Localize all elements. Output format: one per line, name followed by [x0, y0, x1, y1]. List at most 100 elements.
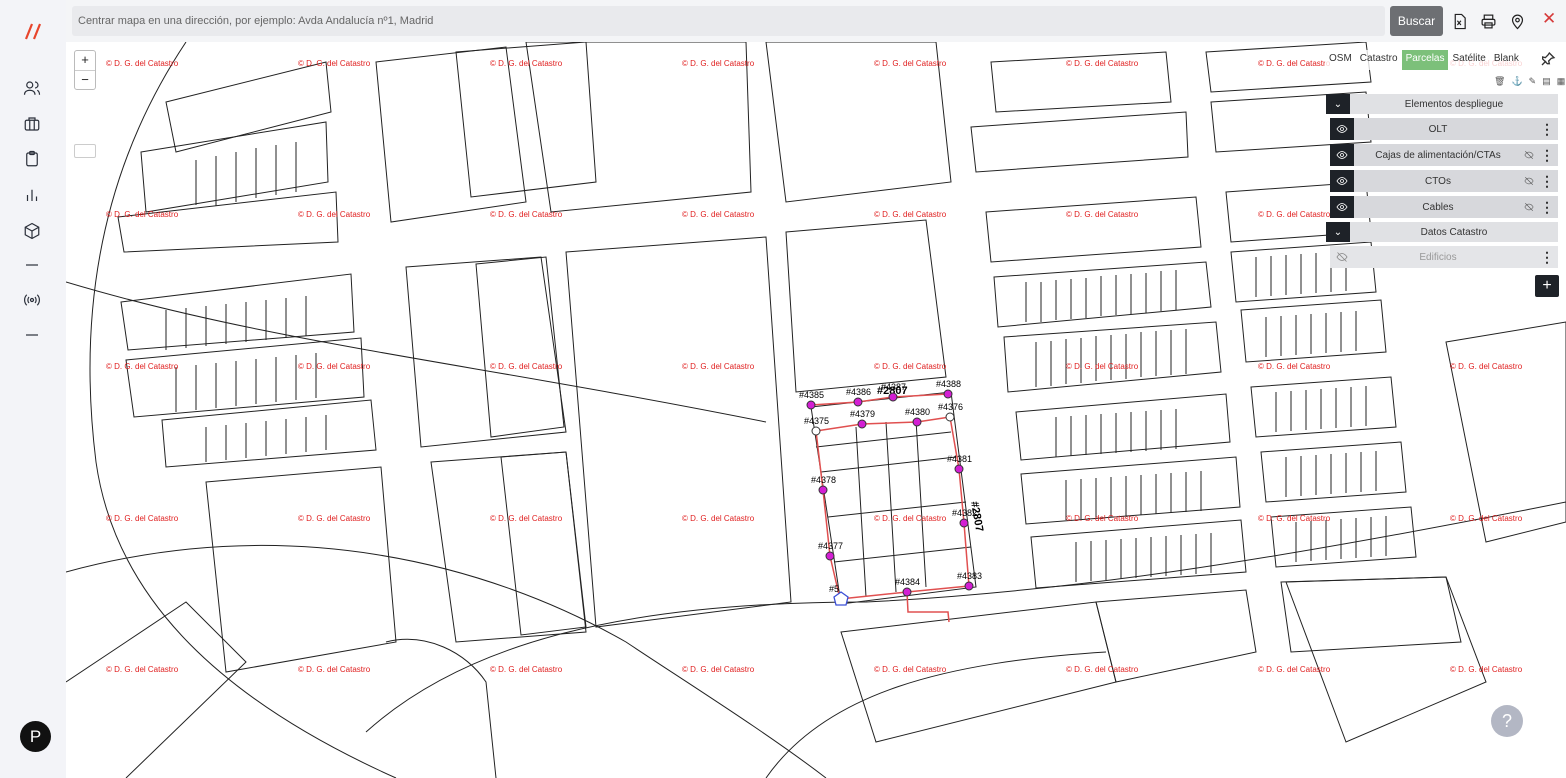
svg-text:© D. G. del Catastro: © D. G. del Catastro	[298, 514, 371, 523]
svg-text:© D. G. del Catastro: © D. G. del Catastro	[298, 210, 371, 219]
svg-text:© D. G. del Catastro: © D. G. del Catastro	[106, 514, 179, 523]
divider-icon[interactable]	[21, 254, 43, 276]
watermark-layer: © D. G. del Catastro © D. G. del Catastro…	[106, 59, 1523, 674]
more-icon[interactable]: ⋮	[1536, 199, 1558, 216]
svg-text:© D. G. del Catastro: © D. G. del Catastro	[1066, 362, 1139, 371]
svg-text:© D. G. del Catastro: © D. G. del Catastro	[1450, 665, 1523, 674]
help-button[interactable]: ?	[1491, 705, 1523, 737]
svg-text:© D. G. del Catastro: © D. G. del Catastro	[682, 362, 755, 371]
group-datos-catastro[interactable]: ⌄ Datos Catastro	[1326, 222, 1558, 242]
zoom-out-button[interactable]: −	[75, 70, 95, 89]
layer-cables[interactable]: Cables ⋮	[1330, 196, 1558, 218]
more-icon[interactable]: ⋮	[1536, 173, 1558, 190]
divider-icon[interactable]	[21, 324, 43, 346]
svg-text:© D. G. del Catastro: © D. G. del Catastro	[106, 665, 179, 674]
app-logo[interactable]	[20, 18, 46, 44]
trash-icon[interactable]: 🗑	[1494, 76, 1505, 87]
search-input[interactable]	[72, 6, 1385, 36]
grid-icon[interactable]: ▦	[1557, 76, 1566, 87]
layer-label: Cables	[1422, 201, 1454, 213]
add-layer-button[interactable]: +	[1535, 275, 1559, 297]
svg-text:© D. G. del Catastro: © D. G. del Catastro	[682, 210, 755, 219]
svg-text:© D. G. del Catastro: © D. G. del Catastro	[874, 665, 947, 674]
basemap-catastro[interactable]: Catastro	[1355, 50, 1402, 70]
edit-icon[interactable]: ✎	[1529, 76, 1537, 87]
group-title: Elementos despliegue	[1404, 98, 1504, 110]
svg-text:© D. G. del Catastro: © D. G. del Catastro	[874, 59, 947, 68]
basemap-parcelas[interactable]: Parcelas	[1401, 50, 1449, 70]
svg-text:© D. G. del Catastro: © D. G. del Catastro	[298, 665, 371, 674]
clipboard-icon[interactable]	[21, 148, 43, 170]
chevron-down-icon[interactable]: ⌄	[1326, 94, 1350, 114]
close-icon[interactable]: ✕	[1542, 9, 1556, 29]
svg-text:© D. G. del Catastro: © D. G. del Catastro	[874, 514, 947, 523]
search-button[interactable]: Buscar	[1390, 6, 1443, 36]
zoom-in-button[interactable]: +	[75, 51, 95, 70]
antenna-icon[interactable]	[21, 289, 43, 311]
eye-icon[interactable]	[1330, 170, 1354, 192]
briefcase-icon[interactable]	[21, 113, 43, 135]
users-icon[interactable]	[21, 77, 43, 99]
svg-text:© D. G. del Catastro: © D. G. del Catastro	[682, 514, 755, 523]
svg-text:© D. G. del Catastro: © D. G. del Catastro	[490, 210, 563, 219]
svg-text:© D. G. del Catastro: © D. G. del Catastro	[106, 59, 179, 68]
basemap-satelite[interactable]: Satélite	[1448, 50, 1490, 70]
svg-text:© D. G. del Catastro: © D. G. del Catastro	[490, 362, 563, 371]
eye-icon[interactable]	[1330, 144, 1354, 166]
map-canvas[interactable]: © D. G. del Catastro © D. G. del Catastro…	[66, 42, 1566, 778]
basemap-osm[interactable]: OSM	[1325, 50, 1356, 70]
chart-icon[interactable]	[21, 184, 43, 206]
svg-text:© D. G. del Catastro: © D. G. del Catastro	[1258, 210, 1331, 219]
avatar[interactable]: P	[20, 721, 51, 752]
basemap-switcher: OSM Catastro Parcelas Satélite Blank	[1325, 50, 1523, 70]
svg-text:© D. G. del Catastro: © D. G. del Catastro	[874, 362, 947, 371]
eye-off-icon[interactable]	[1330, 246, 1354, 268]
location-pin-icon[interactable]	[1507, 11, 1527, 31]
svg-text:© D. G. del Catastro: © D. G. del Catastro	[1258, 665, 1331, 674]
print-icon[interactable]	[1478, 11, 1498, 31]
svg-text:© D. G. del Catastro: © D. G. del Catastro	[106, 210, 179, 219]
layer-edificios[interactable]: Edificios ⋮	[1330, 246, 1558, 268]
svg-text:© D. G. del Catastro: © D. G. del Catastro	[1066, 514, 1139, 523]
svg-text:© D. G. del Catastro: © D. G. del Catastro	[1066, 665, 1139, 674]
excel-icon[interactable]	[1449, 11, 1469, 31]
layer-label: Edificios	[1419, 251, 1457, 263]
more-icon[interactable]: ⋮	[1536, 121, 1558, 138]
layer-cajas[interactable]: Cajas de alimentación/CTAs ⋮	[1330, 144, 1558, 166]
zoom-control: + −	[74, 50, 96, 90]
more-icon[interactable]: ⋮	[1536, 147, 1558, 164]
svg-text:© D. G. del Catastro: © D. G. del Catastro	[490, 514, 563, 523]
map-tool-box[interactable]	[74, 144, 96, 158]
svg-text:© D. G. del Catastro: © D. G. del Catastro	[298, 59, 371, 68]
edit-toolbar: 🗑 ⚓ ✎ ▤ ▦	[1494, 76, 1565, 87]
layer-ctos[interactable]: CTOs ⋮	[1330, 170, 1558, 192]
svg-text:© D. G. del Catastro: © D. G. del Catastro	[874, 210, 947, 219]
chevron-down-icon[interactable]: ⌄	[1326, 222, 1350, 242]
eye-icon[interactable]	[1330, 196, 1354, 218]
topbar: Buscar ✕	[66, 0, 1566, 42]
eye-off-icon[interactable]	[1522, 150, 1536, 160]
layout-icon[interactable]: ▤	[1542, 76, 1551, 87]
svg-text:© D. G. del Catastro: © D. G. del Catastro	[1450, 362, 1523, 371]
svg-text:© D. G. del Catastro: © D. G. del Catastro	[298, 362, 371, 371]
layer-label: CTOs	[1425, 175, 1451, 187]
layer-label: Cajas de alimentación/CTAs	[1375, 149, 1501, 161]
more-icon[interactable]: ⋮	[1536, 249, 1558, 266]
eye-icon[interactable]	[1330, 118, 1354, 140]
basemap-blank[interactable]: Blank	[1489, 50, 1523, 70]
layer-olt[interactable]: OLT ⋮	[1330, 118, 1558, 140]
svg-text:© D. G. del Catastro: © D. G. del Catastro	[1066, 59, 1139, 68]
eye-off-icon[interactable]	[1522, 176, 1536, 186]
sidebar: P	[0, 0, 66, 778]
svg-text:© D. G. del Catastro: © D. G. del Catastro	[682, 665, 755, 674]
eye-off-icon[interactable]	[1522, 202, 1536, 212]
svg-text:© D. G. del Catastro: © D. G. del Catastro	[490, 59, 563, 68]
svg-text:© D. G. del Catastro: © D. G. del Catastro	[1258, 59, 1331, 68]
group-elementos-despliegue[interactable]: ⌄ Elementos despliegue	[1326, 94, 1558, 114]
svg-text:© D. G. del Catastro: © D. G. del Catastro	[1258, 362, 1331, 371]
box-icon[interactable]	[21, 220, 43, 242]
anchor-icon[interactable]: ⚓	[1511, 76, 1522, 87]
svg-text:© D. G. del Catastro: © D. G. del Catastro	[490, 665, 563, 674]
pin-icon[interactable]	[1540, 51, 1556, 72]
layers-panel: ⌄ Elementos despliegue OLT ⋮ Cajas de al…	[1326, 94, 1558, 272]
